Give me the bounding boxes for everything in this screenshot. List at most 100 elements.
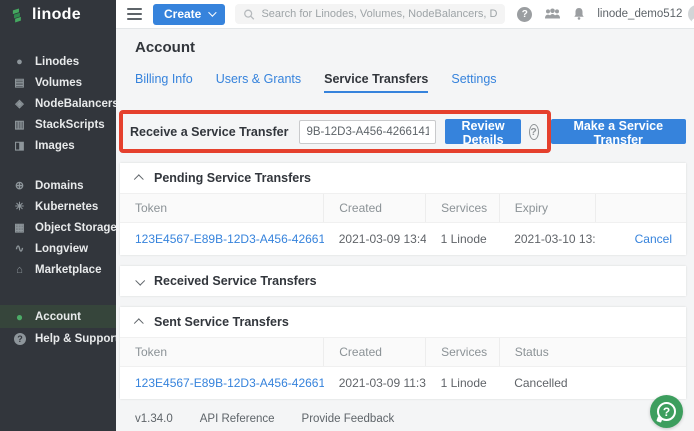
transfer-token-input[interactable] [299, 120, 436, 144]
sidebar-item-kubernetes[interactable]: ✳ Kubernetes [0, 196, 116, 217]
sidebar-item-label: Domains [35, 180, 84, 192]
token-link[interactable]: 123E4567-E89B-12D3-A456-426614174001 [135, 376, 324, 390]
sidebar-item-label: Linodes [35, 56, 79, 68]
sidebar-item-label: NodeBalancers [35, 98, 119, 110]
api-reference-link[interactable]: API Reference [200, 413, 275, 425]
column-status: Status [499, 338, 686, 367]
help-menu-button[interactable]: ? [517, 7, 532, 22]
created-cell: 2021-03-09 11:33 [324, 367, 426, 400]
table-row: 123E4567-E89B-12D3-A456-426614174000 202… [120, 223, 686, 256]
help-icon: ? [517, 7, 532, 22]
tab-bar: Billing Info Users & Grants Service Tran… [135, 72, 686, 93]
panel-title: Sent Service Transfers [154, 315, 289, 329]
kubernetes-icon: ✳ [13, 200, 26, 213]
pending-transfers-panel: Pending Service Transfers Token Created … [120, 163, 686, 255]
sidebar-item-help-support[interactable]: ? Help & Support [0, 328, 116, 349]
action-cell: Cancel [595, 223, 686, 256]
table-header-row: Token Created Services Expiry [120, 194, 686, 223]
top-bar: linode Create ? [0, 0, 694, 29]
object-storage-icon: ▦ [13, 221, 26, 234]
receive-transfer-label: Receive a Service Transfer [130, 125, 288, 139]
username: linode_demo512 [597, 8, 682, 20]
transfer-action-row: Receive a Service Transfer Review Detail… [120, 110, 686, 153]
help-chat-button[interactable]: ? [650, 395, 683, 428]
sidebar-item-label: Marketplace [35, 264, 101, 276]
column-actions [595, 194, 686, 223]
sidebar-item-volumes[interactable]: ▤ Volumes [0, 72, 116, 93]
person-icon [690, 9, 694, 23]
cancel-link[interactable]: Cancel [635, 232, 672, 246]
domains-icon: ⊕ [13, 179, 26, 192]
sidebar-item-object-storage[interactable]: ▦ Object Storage [0, 217, 116, 238]
linodes-icon: ● [13, 56, 26, 68]
create-button[interactable]: Create [153, 4, 225, 25]
sidebar-item-label: Images [35, 140, 75, 152]
pending-transfers-table: Token Created Services Expiry 123E4567-E… [120, 193, 686, 255]
sidebar-item-label: Account [35, 311, 81, 323]
receive-transfer-help-icon[interactable]: ? [529, 124, 539, 140]
nodebalancers-icon: ◈ [13, 97, 26, 110]
linode-logo[interactable]: linode [0, 0, 116, 29]
sidebar-item-longview[interactable]: ∿ Longview [0, 238, 116, 259]
sidebar-item-label: StackScripts [35, 119, 105, 131]
column-created: Created [324, 338, 426, 367]
sidebar-item-marketplace[interactable]: ⌂ Marketplace [0, 259, 116, 280]
sidebar-item-label: Longview [35, 243, 88, 255]
collapse-icon [134, 174, 144, 184]
bell-icon [573, 7, 585, 21]
review-details-button[interactable]: Review Details [445, 119, 520, 144]
images-icon: ◨ [13, 139, 26, 152]
stackscripts-icon: ▥ [13, 118, 26, 131]
search-icon [243, 8, 255, 21]
provide-feedback-link[interactable]: Provide Feedback [302, 413, 395, 425]
token-link[interactable]: 123E4567-E89B-12D3-A456-426614174000 [135, 232, 324, 246]
search-bar[interactable] [235, 4, 505, 24]
community-icon [544, 8, 561, 21]
tab-billing-info[interactable]: Billing Info [135, 72, 193, 93]
tab-settings[interactable]: Settings [451, 72, 496, 93]
user-menu[interactable]: linode_demo512 [597, 5, 694, 23]
pending-transfers-header[interactable]: Pending Service Transfers [120, 163, 686, 193]
menu-hamburger-icon[interactable] [125, 6, 144, 22]
volumes-icon: ▤ [13, 76, 26, 89]
receive-transfer-highlight-box: Receive a Service Transfer Review Detail… [119, 110, 551, 153]
sidebar-item-label: Volumes [35, 77, 82, 89]
sent-transfers-table: Token Created Services Status 123E4567-E… [120, 337, 686, 399]
column-token: Token [120, 194, 324, 223]
status-cell: Cancelled [499, 367, 686, 400]
sent-transfers-header[interactable]: Sent Service Transfers [120, 307, 686, 337]
received-transfers-panel: Received Service Transfers [120, 266, 686, 296]
help-support-icon: ? [14, 333, 26, 345]
marketplace-icon: ⌂ [13, 264, 26, 276]
version-label: v1.34.0 [135, 413, 173, 425]
panel-title: Pending Service Transfers [154, 171, 311, 185]
app-window: linode Create ? [0, 0, 694, 431]
avatar [688, 5, 694, 23]
received-transfers-header[interactable]: Received Service Transfers [120, 266, 686, 296]
sidebar-item-stackscripts[interactable]: ▥ StackScripts [0, 114, 116, 135]
top-bar-main: Create ? [116, 0, 694, 29]
sidebar-item-linodes[interactable]: ● Linodes [0, 51, 116, 72]
sidebar-item-label: Help & Support [35, 333, 119, 345]
question-bubble-icon: ? [657, 402, 676, 421]
column-created: Created [324, 194, 426, 223]
tab-service-transfers[interactable]: Service Transfers [324, 72, 428, 93]
make-service-transfer-button[interactable]: Make a Service Transfer [551, 119, 686, 144]
table-row: 123E4567-E89B-12D3-A456-426614174001 202… [120, 367, 686, 400]
panel-title: Received Service Transfers [154, 274, 317, 288]
sidebar-item-nodebalancers[interactable]: ◈ NodeBalancers [0, 93, 116, 114]
account-icon: ● [13, 310, 26, 324]
sidebar-item-domains[interactable]: ⊕ Domains [0, 175, 116, 196]
search-input[interactable] [261, 8, 497, 20]
services-cell: 1 Linode [426, 367, 500, 400]
sidebar-item-account[interactable]: ● Account [0, 305, 116, 328]
sidebar-item-images[interactable]: ◨ Images [0, 135, 116, 156]
community-button[interactable] [544, 8, 561, 21]
expand-icon [135, 275, 145, 285]
tab-users-grants[interactable]: Users & Grants [216, 72, 301, 93]
created-cell: 2021-03-09 13:47 [324, 223, 426, 256]
logo-wordmark: linode [32, 6, 81, 24]
column-services: Services [426, 194, 500, 223]
linode-logo-icon [11, 7, 26, 23]
notifications-button[interactable] [573, 7, 585, 21]
